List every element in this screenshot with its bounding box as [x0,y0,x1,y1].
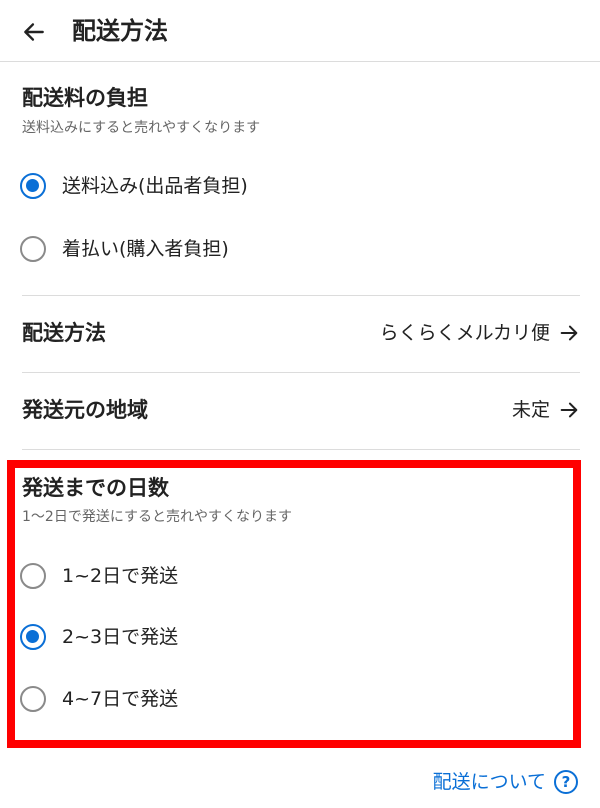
option-label: 着払い(購入者負担) [62,238,229,260]
shipping-info-link[interactable]: 配送について ? [433,766,578,798]
shipping-fee-option-cod[interactable]: 着払い(購入者負担) [20,229,560,269]
origin-region-label: 発送元の地域 [22,398,148,422]
shipping-method-label: 配送方法 [22,321,106,345]
shipping-method-row[interactable]: 配送方法 らくらくメルカリ便 [22,313,580,353]
help-icon: ? [554,770,578,794]
shipping-method-value: らくらくメルカリ便 [379,322,550,344]
shipping-info-link-text: 配送について [432,771,546,793]
divider [22,372,580,373]
shipping-fee-option-included[interactable]: 送料込み(出品者負担) [20,166,560,206]
radio-checked-icon [20,173,46,199]
arrow-right-icon [558,399,580,421]
origin-region-value-wrap: 未定 [512,397,580,423]
shipping-method-value-wrap: らくらくメルカリ便 [380,320,580,346]
shipping-settings-page: 配送方法 配送料の負担 送料込みにすると売れやすくなります 送料込み(出品者負担… [0,0,600,808]
highlight-annotation-box [7,460,581,748]
shipping-fee-title: 配送料の負担 [22,86,148,110]
page-title: 配送方法 [72,17,168,45]
radio-unchecked-icon [20,236,46,262]
arrow-right-icon [558,322,580,344]
option-label: 送料込み(出品者負担) [62,175,248,197]
shipping-fee-subtitle: 送料込みにすると売れやすくなります [22,120,261,136]
app-header: 配送方法 [0,0,600,62]
divider [22,295,580,296]
divider [22,449,580,450]
back-button[interactable] [16,14,52,50]
origin-region-row[interactable]: 発送元の地域 未定 [22,390,580,430]
arrow-left-icon [24,23,44,41]
origin-region-value: 未定 [511,399,550,421]
